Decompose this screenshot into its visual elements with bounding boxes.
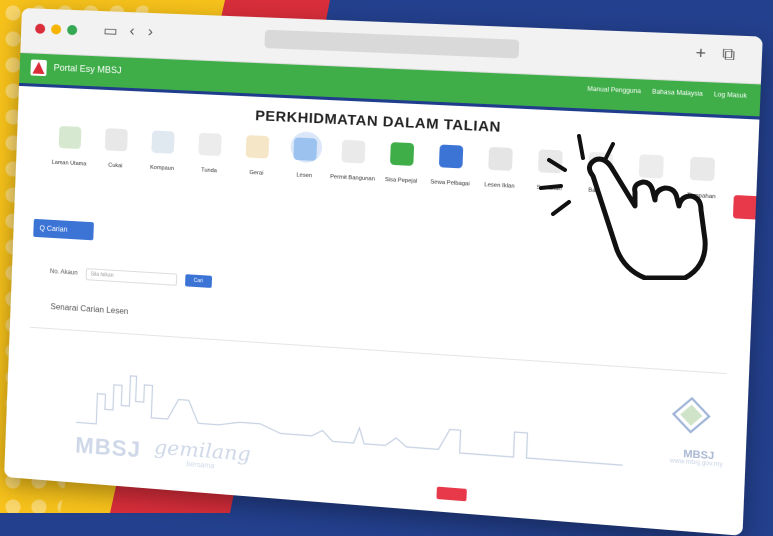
mbsj-logo-icon[interactable] <box>29 57 48 78</box>
service-icon <box>389 142 415 166</box>
close-window-button[interactable] <box>34 23 46 34</box>
search-form: No. Akaun Sila Isikan Cari <box>50 266 212 288</box>
list-title: Senarai Carian Lesen <box>50 302 129 317</box>
manual-link[interactable]: Manual Pengguna <box>587 87 641 96</box>
service-kompaun[interactable]: Kompaun <box>136 124 189 173</box>
service-icon <box>198 132 222 157</box>
account-label: No. Akaun <box>49 268 78 277</box>
login-link[interactable]: Log Masuk <box>714 92 747 100</box>
tabs-icon[interactable]: ⧉ <box>722 46 736 65</box>
service-label: Gerai <box>249 169 264 177</box>
service-laman-utama[interactable]: Laman Utama <box>44 119 96 168</box>
service-label: Permit Bangunan <box>329 174 375 183</box>
header-links: Manual Pengguna Bahasa Malaysia Log Masu… <box>587 87 747 100</box>
service-icon <box>293 137 318 162</box>
city-skyline-illustration <box>75 352 625 484</box>
service-label: Lesen <box>296 172 313 180</box>
service-icon <box>104 128 128 152</box>
portal-name[interactable]: Portal Esy MBSJ <box>53 62 121 75</box>
service-label: Tunda <box>200 167 218 175</box>
address-bar[interactable] <box>264 29 520 59</box>
service-label: Lesen Iklan <box>484 182 515 190</box>
pointing-hand-icon <box>539 134 708 280</box>
service-gerai[interactable]: Gerai <box>230 128 284 177</box>
service-label: Cukai <box>108 162 123 170</box>
service-permit-bangunan[interactable]: Permit Bangunan <box>326 133 380 183</box>
service-icon <box>245 135 270 159</box>
service-sewa-pelbagai[interactable]: Sewa Pelbagai <box>423 138 478 188</box>
browser-actions: + ⧉ <box>695 45 735 66</box>
service-cukai[interactable]: Cukai <box>90 121 142 170</box>
service-icon <box>151 130 175 154</box>
brand-mbsj: MBSJ <box>74 432 142 463</box>
maximize-window-button[interactable] <box>66 24 78 36</box>
minimize-window-button[interactable] <box>50 24 62 35</box>
service-icon <box>341 139 366 164</box>
service-label: Sewa Pelbagai <box>430 179 470 188</box>
search-button[interactable]: Cari <box>184 274 212 288</box>
service-icon <box>488 146 513 171</box>
service-icon <box>438 144 464 169</box>
service-lesen-iklan[interactable]: Lesen Iklan <box>472 140 528 191</box>
forward-icon[interactable]: › <box>148 23 154 40</box>
service-label: Sisa Pepejal <box>384 176 418 185</box>
brand-bersama: bersama <box>186 461 215 471</box>
scroll-top-button[interactable] <box>436 486 467 502</box>
sidebar-toggle-icon[interactable]: ▭ <box>103 21 118 40</box>
service-sisa-pepejal[interactable]: Sisa Pepejal <box>374 135 429 185</box>
language-link[interactable]: Bahasa Malaysia <box>652 89 703 98</box>
back-icon[interactable]: ‹ <box>129 22 135 39</box>
service-icon <box>58 125 82 150</box>
account-input[interactable]: Sila Isikan <box>85 268 177 286</box>
side-tab-button[interactable] <box>732 194 757 220</box>
service-label: Laman Utama <box>51 159 87 168</box>
service-tunda[interactable]: Tunda <box>183 126 236 175</box>
service-lesen[interactable]: Lesen <box>278 131 332 181</box>
service-label: Kompaun <box>149 164 175 173</box>
carian-button[interactable]: Q Carian <box>33 218 94 241</box>
website-url[interactable]: www.mbsj.gov.my <box>670 458 723 468</box>
plus-icon[interactable]: + <box>695 45 706 63</box>
